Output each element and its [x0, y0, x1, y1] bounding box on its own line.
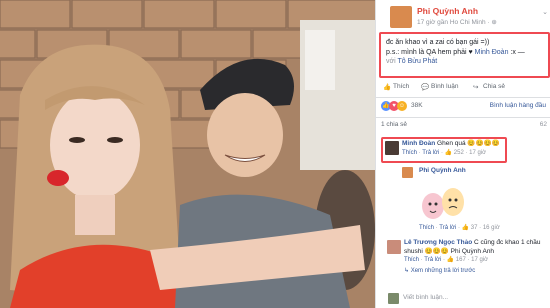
comment-meta: Thích · Trả lời · 👍 167 · 17 giờ [404, 257, 489, 263]
post-caption: đc ăn khao vì a zai có bạn gái =)) p.s.:… [379, 32, 550, 78]
comment-like-button[interactable]: Thích [404, 257, 419, 263]
comment-text-2: shushi 😊😊😊 Phi Quỳnh Anh [404, 247, 495, 255]
heart-icon: ♥ [468, 48, 473, 56]
comment-reply-button[interactable]: Trả lời [439, 225, 456, 231]
mention-to-buu-phat[interactable]: Tô Bửu Phát [397, 58, 437, 65]
reply-item: Phi Quỳnh Anh [419, 167, 547, 176]
comment-time: 17 giờ [471, 257, 489, 263]
caption-text: p.s.: mình là QA hem phải [386, 48, 467, 56]
author-avatar[interactable] [390, 6, 412, 28]
post-actions: 👍 Thích 💬 Bình luận ↪ Chia sẻ [381, 83, 546, 95]
caption-line-2: p.s.: mình là QA hem phải ♥ Minh Đoàn :x… [386, 48, 543, 58]
author-name[interactable]: Phi Quỳnh Anh [417, 6, 478, 16]
comment-button[interactable]: Bình luận [431, 83, 458, 90]
comment-input[interactable]: Viết bình luận... [403, 294, 547, 306]
post-header: Phi Quỳnh Anh 17 giờ gần Ho Chi Minh · ⊕… [380, 3, 548, 29]
top-comments-filter[interactable]: Bình luận hàng đầu [490, 102, 546, 109]
reply-author[interactable]: Phi Quỳnh Anh [419, 167, 466, 174]
caption-suffix: :x — [510, 48, 525, 56]
chevron-down-icon[interactable]: ⌄ [542, 8, 548, 16]
post-meta: 17 giờ gần Ho Chi Minh · ⊕ [417, 19, 497, 26]
comment-time: 16 giờ [482, 225, 500, 231]
sticker-image [422, 188, 464, 219]
highlight-box [381, 137, 507, 163]
speech-bubble-icon: 💬 [421, 84, 430, 91]
comment-count: 62 [539, 121, 547, 128]
mention-minh-doan[interactable]: Minh Đoàn [475, 49, 509, 56]
avatar[interactable] [387, 240, 401, 254]
thumbs-up-icon: 👍 [383, 84, 392, 91]
reaction-summary[interactable]: 👍 ♥ ☺ 38K Bình luận hàng đầu [381, 101, 546, 113]
reaction-count[interactable]: 38K [411, 102, 423, 109]
avatar[interactable] [402, 167, 413, 178]
thumbs-up-icon: 👍 [446, 257, 455, 263]
caption-line-1: đc ăn khao vì a zai có bạn gái =)) [386, 39, 490, 46]
comment-reply-button[interactable]: Trả lời [424, 257, 441, 263]
comment-like-count: 37 [470, 225, 478, 231]
comment-author[interactable]: Lê Trương Ngọc Thảo [404, 239, 472, 246]
like-button[interactable]: Thích [393, 83, 409, 90]
comment-like-count: 167 [455, 257, 466, 263]
view-previous-replies[interactable]: ↳ Xem những trả lời trước [404, 267, 548, 276]
comment-text: C cũng đc khao 1 chầu [474, 239, 541, 246]
haha-reaction-icon: ☺ [397, 101, 407, 111]
divider [376, 117, 550, 118]
photo-illustration [0, 0, 375, 308]
reply-meta-row: Thích · Trả lời · 👍 37 · 16 giờ [419, 224, 547, 233]
share-count[interactable]: 1 chia sẻ [381, 121, 407, 128]
post-photo[interactable] [0, 0, 375, 308]
with-label: với [386, 58, 396, 65]
avatar [388, 293, 399, 304]
comment-meta: Thích · Trả lời · 👍 37 · 16 giờ [419, 225, 500, 231]
comment-item: Lê Trương Ngọc Thảo C cũng đc khao 1 chầ… [404, 239, 548, 275]
thumbs-up-icon: 👍 [461, 225, 470, 231]
caption-line-3: với Tô Bửu Phát [386, 57, 543, 67]
share-arrow-icon: ↪ [473, 84, 479, 91]
share-button[interactable]: Chia sẻ [483, 83, 505, 90]
divider [376, 97, 550, 98]
comment-like-button[interactable]: Thích [419, 225, 434, 231]
